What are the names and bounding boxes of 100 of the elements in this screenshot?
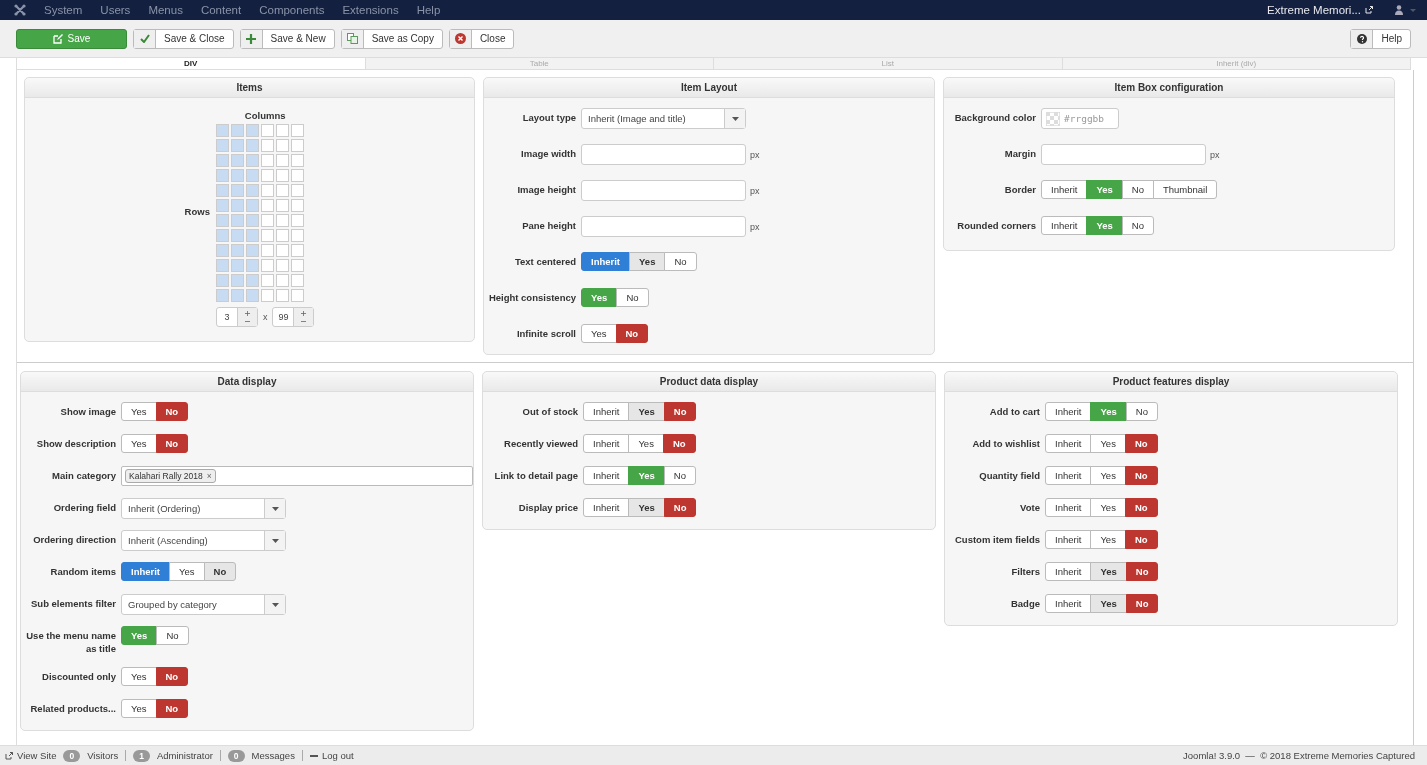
text-field[interactable]: [581, 216, 746, 237]
grid-cell[interactable]: [290, 139, 304, 152]
remove-tag-button[interactable]: ×: [206, 471, 212, 481]
option-button[interactable]: Yes: [628, 402, 665, 421]
grid-cell[interactable]: [245, 199, 259, 212]
help-button[interactable]: Help: [1350, 28, 1411, 49]
grid-cell[interactable]: [245, 229, 259, 242]
option-button[interactable]: Yes: [1090, 594, 1127, 613]
option-button[interactable]: No: [662, 434, 696, 453]
grid-cell[interactable]: [245, 124, 259, 137]
option-button[interactable]: No: [663, 498, 697, 517]
grid-cell[interactable]: [245, 274, 259, 287]
grid-cell[interactable]: [275, 139, 289, 152]
toolbar-button[interactable]: Save & New: [239, 28, 335, 49]
option-button[interactable]: No: [1121, 180, 1154, 199]
grid-cell[interactable]: [275, 289, 289, 302]
status-link[interactable]: Messages: [251, 750, 295, 761]
option-button[interactable]: Inherit: [583, 466, 630, 485]
grid-cell[interactable]: [260, 214, 274, 227]
menu-item[interactable]: Users: [100, 4, 131, 16]
grid-cell[interactable]: [215, 274, 229, 287]
option-button[interactable]: No: [663, 402, 697, 421]
grid-cell[interactable]: [215, 154, 229, 167]
grid-cell[interactable]: [260, 259, 274, 272]
option-button[interactable]: Inherit: [583, 434, 630, 453]
grid-cell[interactable]: [260, 184, 274, 197]
user-menu-icon[interactable]: [1395, 5, 1417, 15]
layout-tab[interactable]: DIV: [17, 58, 366, 70]
toolbar-button[interactable]: Close: [448, 28, 515, 49]
option-button[interactable]: No: [155, 666, 189, 686]
grid-cell[interactable]: [230, 289, 244, 302]
option-button[interactable]: Inherit: [581, 252, 631, 271]
grid-cell[interactable]: [230, 274, 244, 287]
option-button[interactable]: Yes: [629, 252, 666, 271]
status-link[interactable]: Visitors: [87, 750, 119, 761]
grid-cell[interactable]: [230, 244, 244, 257]
grid-cell[interactable]: [290, 199, 304, 212]
grid-cell[interactable]: [275, 169, 289, 182]
grid-cell[interactable]: [215, 229, 229, 242]
option-button[interactable]: Inherit: [1045, 594, 1092, 613]
grid-cell[interactable]: [215, 244, 229, 257]
option-button[interactable]: No: [1124, 434, 1158, 453]
grid-cell[interactable]: [260, 154, 274, 167]
menu-item[interactable]: Extensions: [342, 4, 399, 16]
option-button[interactable]: Yes: [121, 434, 157, 453]
grid-cell[interactable]: [290, 259, 304, 272]
grid-cell[interactable]: [215, 289, 229, 302]
status-link[interactable]: Administrator: [156, 750, 213, 761]
grid-cell[interactable]: [290, 169, 304, 182]
option-button[interactable]: No: [663, 466, 696, 485]
site-link[interactable]: Extreme Memori...: [1267, 4, 1373, 16]
option-button[interactable]: No: [1124, 530, 1158, 549]
grid-cell[interactable]: [275, 184, 289, 197]
select-dropdown[interactable]: Inherit (Ordering): [121, 498, 286, 519]
option-button[interactable]: Inherit: [121, 562, 171, 581]
grid-cell[interactable]: [260, 244, 274, 257]
option-button[interactable]: Yes: [121, 402, 157, 421]
number-spinner[interactable]: 3: [215, 307, 258, 327]
grid-cell[interactable]: [260, 274, 274, 287]
grid-cell[interactable]: [215, 259, 229, 272]
option-button[interactable]: No: [1125, 594, 1159, 613]
grid-cell[interactable]: [290, 154, 304, 167]
grid-cell[interactable]: [245, 289, 259, 302]
grid-cell[interactable]: [215, 184, 229, 197]
grid-cell[interactable]: [245, 154, 259, 167]
grid-cell[interactable]: [275, 154, 289, 167]
option-button[interactable]: No: [155, 698, 189, 718]
option-button[interactable]: Inherit: [1045, 562, 1092, 581]
option-button[interactable]: Yes: [628, 434, 664, 453]
grid-cell[interactable]: [215, 169, 229, 182]
grid-cell[interactable]: [215, 214, 229, 227]
select-dropdown[interactable]: Grouped by category: [121, 594, 286, 615]
option-button[interactable]: Inherit: [1045, 530, 1092, 549]
menu-item[interactable]: System: [44, 4, 83, 16]
option-button[interactable]: Yes: [1090, 498, 1126, 517]
grid-cell[interactable]: [230, 139, 244, 152]
grid-cell[interactable]: [275, 199, 289, 212]
text-field[interactable]: [1041, 144, 1206, 165]
option-button[interactable]: No: [203, 562, 237, 581]
grid-cell[interactable]: [260, 169, 274, 182]
menu-item[interactable]: Menus: [148, 4, 183, 16]
grid-cell[interactable]: [230, 199, 244, 212]
grid-cell[interactable]: [230, 154, 244, 167]
grid-cell[interactable]: [230, 124, 244, 137]
grid-cell[interactable]: [275, 244, 289, 257]
option-button[interactable]: No: [1125, 562, 1159, 581]
grid-cell[interactable]: [260, 289, 274, 302]
option-button[interactable]: No: [155, 434, 189, 453]
option-button[interactable]: Inherit: [583, 498, 630, 517]
grid-cell[interactable]: [215, 124, 229, 137]
option-button[interactable]: No: [616, 288, 649, 307]
grid-cell[interactable]: [275, 214, 289, 227]
logout-link[interactable]: Log out: [309, 750, 354, 761]
grid-cell[interactable]: [215, 139, 229, 152]
grid-cell[interactable]: [260, 139, 274, 152]
option-button[interactable]: Yes: [581, 324, 617, 343]
option-button[interactable]: No: [1121, 216, 1154, 235]
tag-field[interactable]: Kalahari Rally 2018 ×: [121, 466, 473, 486]
grid-cell[interactable]: [260, 124, 274, 137]
menu-item[interactable]: Components: [259, 4, 325, 16]
